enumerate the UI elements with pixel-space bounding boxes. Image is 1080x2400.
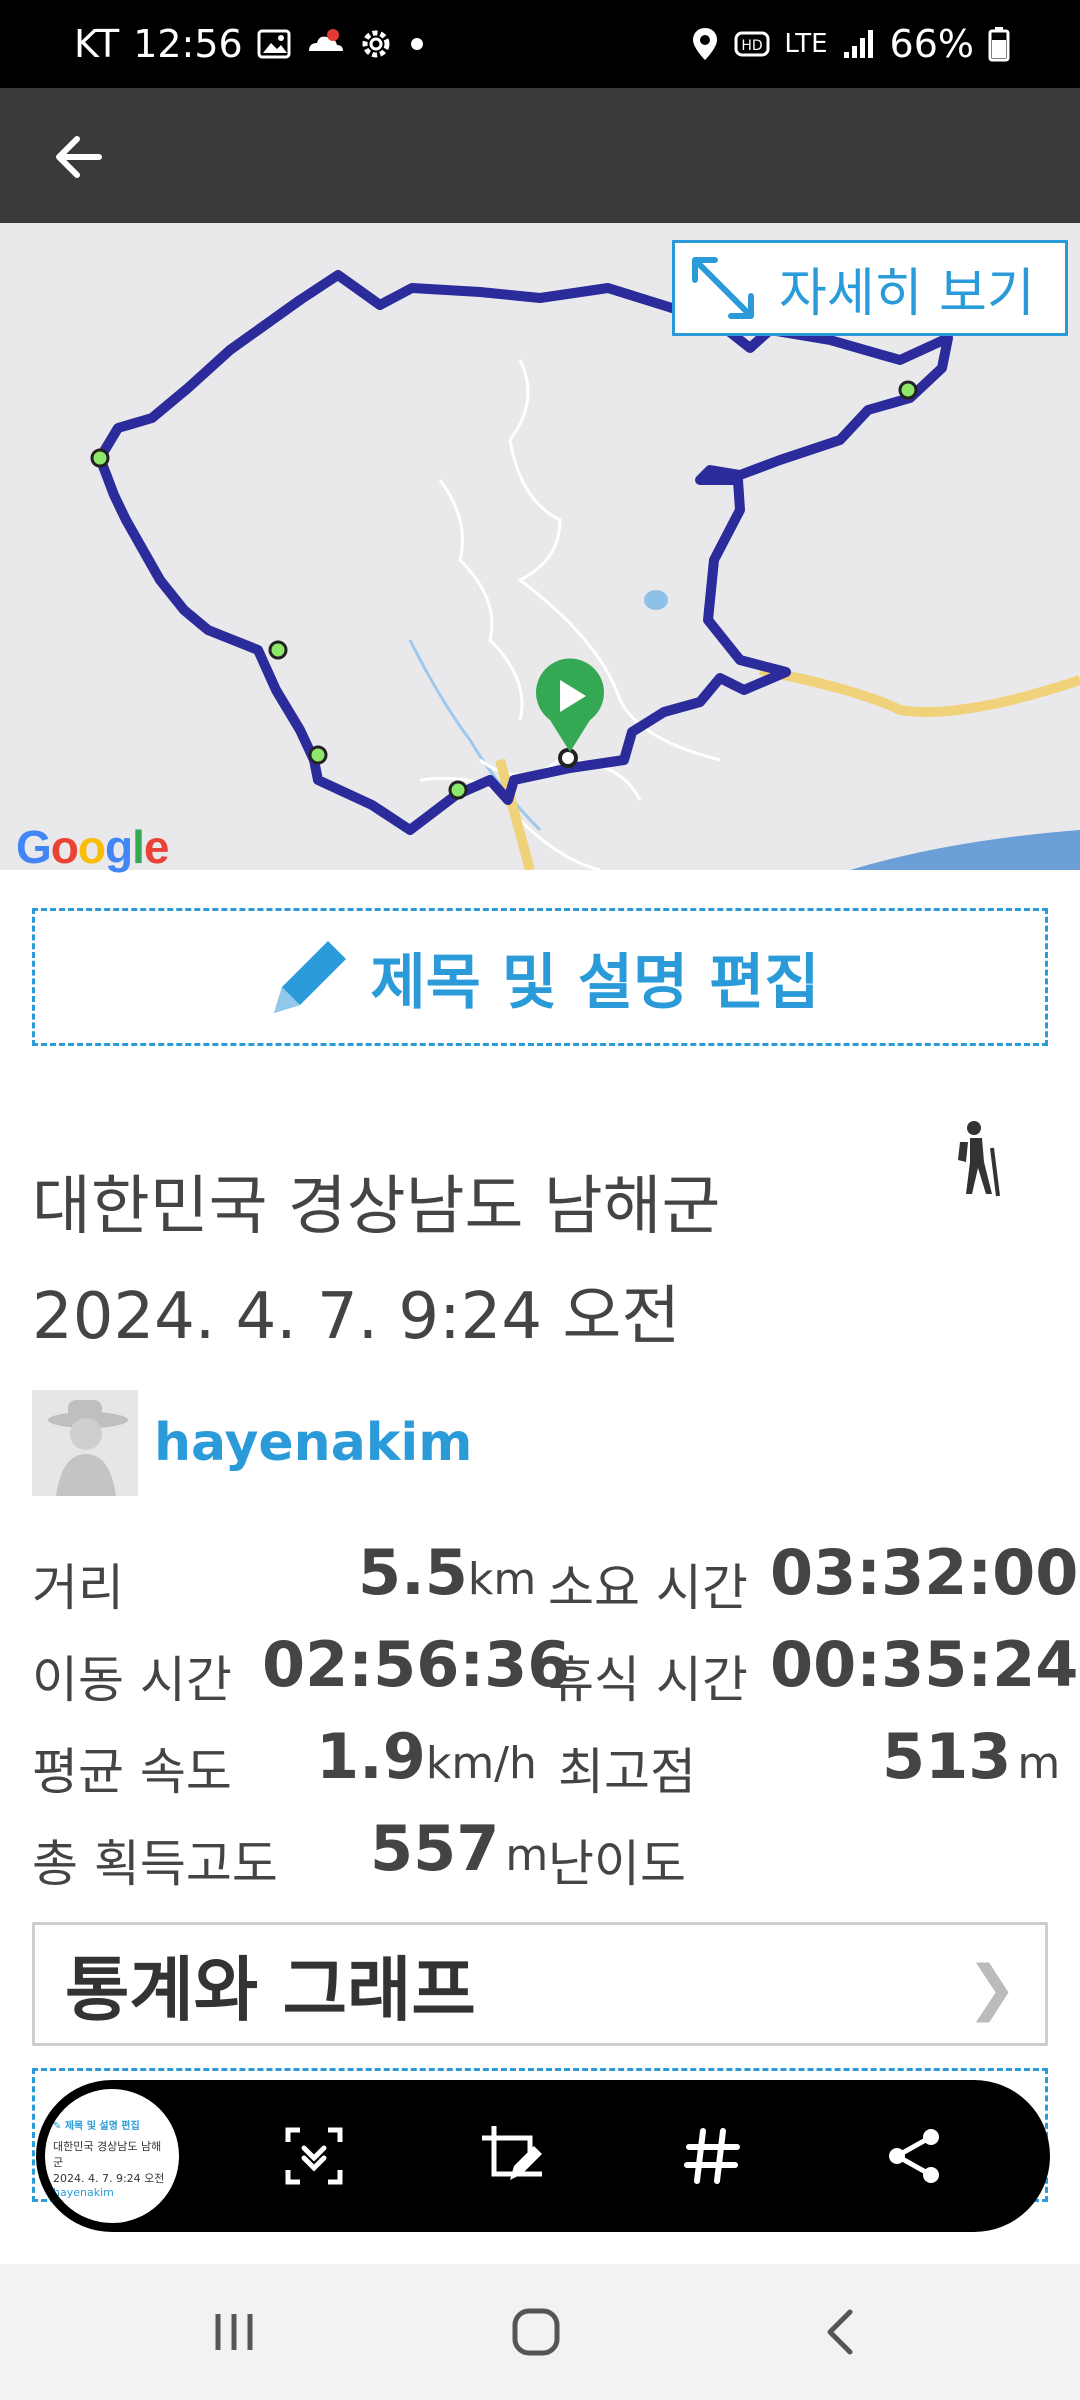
hashtag-icon [684, 2128, 740, 2184]
gallery-icon [257, 29, 291, 59]
max-altitude-stat: 513 m [882, 1720, 1060, 1793]
trip-datetime: 2024. 4. 7. 9:24 오전 [32, 1280, 681, 1354]
trip-location: 대한민국 경상남도 남해군 [32, 1170, 721, 1244]
back-button[interactable] [40, 118, 118, 196]
battery-percent: 66% [889, 22, 974, 66]
moving-time-value: 02:56:36 [262, 1628, 571, 1701]
rest-time-label: 휴식 시간 [548, 1651, 748, 1709]
system-nav-bar [0, 2264, 1080, 2400]
settings-icon [359, 27, 393, 61]
back-nav-icon [827, 2309, 853, 2355]
avg-speed-label: 평균 속도 [32, 1743, 232, 1801]
svg-text:HD: HD [742, 38, 763, 54]
max-altitude-label: 최고점 [558, 1743, 696, 1801]
elevation-gain-value: 557 [370, 1812, 500, 1885]
recent-apps-button[interactable] [204, 2304, 264, 2360]
hd-icon: HD [734, 29, 770, 59]
location-icon [690, 26, 720, 62]
app-bar [0, 88, 1080, 223]
thumb-line-3: 2024. 4. 7. 9:24 오전 [53, 2172, 165, 2185]
username[interactable]: hayenakim [154, 1413, 472, 1473]
status-right: HD LTE 66% [690, 0, 1010, 88]
signal-icon [842, 28, 876, 60]
avg-speed-unit: km/h [425, 1738, 537, 1789]
difficulty-label: 난이도 [548, 1835, 686, 1893]
status-left: KT 12:56 [74, 0, 427, 88]
stats-graph-label: 통계와 그래프 [65, 1948, 476, 2031]
distance-value: 5.5 [358, 1536, 468, 1609]
cloud-pin-icon [305, 27, 345, 61]
screenshot-toolbar: ✎ 제목 및 설명 편집 대한민국 경상남도 남해군 2024. 4. 7. 9… [36, 2080, 1050, 2232]
status-bar: KT 12:56 HD LTE 66% [0, 0, 1080, 88]
back-nav-button[interactable] [810, 2304, 870, 2360]
network-label: LTE [784, 29, 828, 59]
distance-unit: km [467, 1554, 537, 1605]
edit-title-description-label: 제목 및 설명 편집 [370, 947, 820, 1018]
scroll-capture-icon [285, 2127, 343, 2185]
stats-graph-button[interactable]: 통계와 그래프 ❯ [32, 1922, 1048, 2046]
view-details-button[interactable]: 자세히 보기 [672, 240, 1068, 336]
thumb-line-1: ✎ 제목 및 설명 편집 [53, 2121, 140, 2132]
rest-time-value: 00:35:24 [770, 1628, 1079, 1701]
share-button[interactable] [874, 2116, 954, 2196]
elevation-gain-stat: 557 m [370, 1812, 548, 1885]
screenshot-thumbnail[interactable]: ✎ 제목 및 설명 편집 대한민국 경상남도 남해군 2024. 4. 7. 9… [42, 2086, 182, 2226]
moving-time-label: 이동 시간 [32, 1651, 232, 1709]
thumb-line-4: hayenakim [53, 2186, 114, 2199]
google-logo: Google [16, 821, 169, 873]
home-icon [512, 2308, 560, 2356]
total-time-value: 03:32:00 [770, 1536, 1079, 1609]
distance-stat: 5.5km [358, 1536, 536, 1609]
avg-speed-value: 1.9 [316, 1720, 426, 1793]
max-altitude-value: 513 [882, 1720, 1012, 1793]
scroll-capture-button[interactable] [274, 2116, 354, 2196]
expand-icon [692, 257, 754, 319]
dot-icon [407, 34, 427, 54]
crop-edit-icon [482, 2126, 542, 2180]
chevron-right-icon: ❯ [966, 1953, 1017, 2023]
hashtag-button[interactable] [672, 2116, 752, 2196]
max-altitude-unit: m [1017, 1738, 1061, 1789]
arrow-left-icon [56, 136, 102, 178]
home-button[interactable] [506, 2304, 566, 2360]
recent-apps-icon [215, 2314, 253, 2350]
total-time-label: 소요 시간 [548, 1559, 748, 1617]
edit-title-description-button[interactable]: 제목 및 설명 편집 [32, 908, 1048, 1046]
user-profile[interactable]: hayenakim [32, 1390, 472, 1496]
thumb-line-2: 대한민국 경상남도 남해군 [53, 2140, 162, 2169]
avatar[interactable] [32, 1390, 138, 1496]
clock: 12:56 [133, 22, 243, 66]
avg-speed-stat: 1.9km/h [316, 1720, 537, 1793]
crop-edit-button[interactable] [472, 2116, 552, 2196]
carrier-label: KT [74, 22, 120, 66]
battery-icon [988, 26, 1010, 62]
view-details-label: 자세히 보기 [779, 263, 1035, 324]
elevation-gain-label: 총 획득고도 [32, 1835, 278, 1893]
share-icon [889, 2129, 939, 2183]
elevation-gain-unit: m [505, 1830, 549, 1881]
distance-label: 거리 [32, 1559, 124, 1617]
hiking-icon [948, 1118, 1008, 1198]
pencil-icon [274, 941, 347, 1013]
